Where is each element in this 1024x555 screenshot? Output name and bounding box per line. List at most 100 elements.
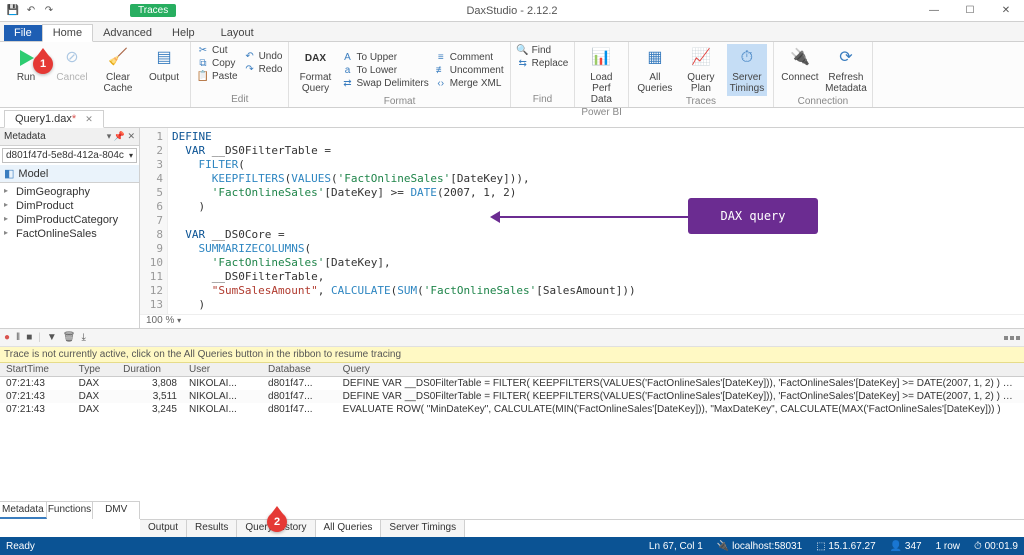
merge-xml-button[interactable]: ‹›Merge XML (435, 77, 504, 89)
server-timings-button[interactable]: ⏱Server Timings (727, 44, 767, 96)
btab-dmv[interactable]: DMV (93, 502, 140, 519)
redo-icon[interactable]: ↷ (42, 4, 56, 18)
tab-file[interactable]: File (4, 25, 42, 41)
tab-advanced[interactable]: Advanced (93, 25, 162, 41)
btab-metadata[interactable]: Metadata (0, 502, 47, 519)
trace-grid[interactable]: StartTimeTypeDurationUserDatabaseQuery 0… (0, 363, 1024, 498)
trace-record-icon[interactable]: ● (4, 332, 10, 343)
output-icon: ▤ (152, 46, 176, 70)
trace-pause-icon[interactable]: ‖ (16, 332, 20, 343)
copy-button[interactable]: ⧉Copy (197, 57, 238, 69)
connect-button[interactable]: 🔌Connect (780, 44, 820, 96)
query-plan-icon: 📈 (689, 46, 713, 70)
tree-item[interactable]: DimGeography (0, 185, 139, 199)
title-bar: 💾 ↶ ↷ Traces DaxStudio - 2.12.2 — ☐ ✕ (0, 0, 1024, 22)
tree-item[interactable]: DimProductCategory (0, 213, 139, 227)
otab-results[interactable]: Results (187, 520, 237, 537)
tab-layout[interactable]: Layout (211, 25, 264, 41)
clear-cache-button[interactable]: 🧹 Clear Cache (98, 44, 138, 96)
comment-button[interactable]: ≡Comment (435, 51, 504, 63)
window-title: DaxStudio - 2.12.2 (466, 5, 557, 17)
pin-icon[interactable]: ▾ 📌 ✕ (107, 131, 135, 142)
line-gutter: 1234567891011121314151617181920212223242… (140, 128, 168, 314)
table-row[interactable]: 07:21:43DAX3,511NIKOLAI...d801f47...DEFI… (0, 390, 1024, 403)
otab-server-timings[interactable]: Server Timings (381, 520, 465, 537)
timings-icon: ⏱ (735, 46, 759, 70)
close-button[interactable]: ✕ (988, 0, 1024, 22)
trace-warning: Trace is not currently active, click on … (0, 347, 1024, 363)
replace-icon: ⇆ (517, 57, 529, 69)
minimize-button[interactable]: — (916, 0, 952, 22)
close-tab-icon[interactable]: ✕ (85, 114, 93, 124)
perf-icon: 📊 (589, 46, 613, 70)
replace-button[interactable]: ⇆Replace (517, 57, 569, 69)
otab-all-queries[interactable]: All Queries (316, 520, 382, 537)
to-lower-button[interactable]: aTo Lower (341, 64, 428, 76)
status-rowcount: 1 row (936, 541, 960, 552)
find-button[interactable]: 🔍Find (517, 44, 569, 56)
table-tree: DimGeography DimProduct DimProductCatego… (0, 183, 139, 328)
swap-icon: ⇄ (341, 77, 353, 89)
database-combo[interactable]: d801f47d-5e8d-412a-804c▾ (2, 148, 137, 163)
ribbon: Run ⊘ Cancel 🧹 Clear Cache ▤ Output ✂Cut… (0, 42, 1024, 108)
metadata-bottom-tabs: Metadata Functions DMV (0, 501, 140, 519)
callout-box: DAX query (688, 198, 818, 234)
ribbon-tabstrip: File Home Advanced Help Layout (0, 22, 1024, 42)
tree-item[interactable]: DimProduct (0, 199, 139, 213)
undo-icon[interactable]: ↶ (24, 4, 38, 18)
trace-stop-icon[interactable]: ■ (26, 332, 32, 343)
cut-button[interactable]: ✂Cut (197, 44, 238, 56)
model-node[interactable]: ◧ Model (0, 165, 139, 183)
lower-icon: a (341, 64, 353, 76)
undo-button[interactable]: ↶Undo (244, 51, 283, 63)
maximize-button[interactable]: ☐ (952, 0, 988, 22)
tree-item[interactable]: FactOnlineSales (0, 227, 139, 241)
group-powerbi-label: Power BI (581, 107, 622, 118)
table-row[interactable]: 07:21:43DAX3,245NIKOLAI...d801f47...EVAL… (0, 403, 1024, 416)
code-editor[interactable]: 1234567891011121314151617181920212223242… (140, 128, 1024, 314)
load-perf-button[interactable]: 📊Load Perf Data (581, 44, 621, 107)
group-traces-label: Traces (635, 96, 767, 107)
find-icon: 🔍 (517, 44, 529, 56)
to-upper-button[interactable]: ATo Upper (341, 51, 428, 63)
status-server: 🔌 localhost:58031 (717, 541, 802, 552)
all-queries-button[interactable]: ▦All Queries (635, 44, 675, 96)
copy-icon: ⧉ (197, 57, 209, 69)
tab-home[interactable]: Home (42, 24, 93, 42)
all-queries-icon: ▦ (643, 46, 667, 70)
format-query-button[interactable]: DAXFormat Query (295, 44, 335, 96)
metadata-header: Metadata ▾ 📌 ✕ (0, 128, 139, 146)
editor-pane: 1234567891011121314151617181920212223242… (140, 128, 1024, 328)
output-button[interactable]: ▤ Output (144, 44, 184, 96)
comment-icon: ≡ (435, 51, 447, 63)
btab-functions[interactable]: Functions (47, 502, 94, 519)
swap-delim-button[interactable]: ⇄Swap Delimiters (341, 77, 428, 89)
dax-icon: DAX (303, 46, 327, 70)
quick-access-toolbar: 💾 ↶ ↷ (0, 4, 56, 18)
group-find-label: Find (517, 94, 569, 105)
status-version: ⬚ 15.1.67.27 (816, 541, 876, 552)
trace-filter-icon[interactable]: ▼ (47, 332, 57, 343)
document-tab[interactable]: Query1.dax* ✕ (4, 110, 104, 128)
panel-docking-icon[interactable] (1004, 336, 1020, 340)
status-rows: 👤 347 (890, 541, 922, 552)
uncomment-button[interactable]: ≢Uncomment (435, 64, 504, 76)
redo-button[interactable]: ↷Redo (244, 64, 283, 76)
callout-arrow-head (490, 211, 500, 223)
zoom-indicator[interactable]: 100 % ▾ (140, 314, 1024, 328)
annotation-marker-1: 1 (33, 54, 53, 74)
save-icon[interactable]: 💾 (6, 4, 20, 18)
paste-button[interactable]: 📋Paste (197, 70, 238, 82)
cancel-icon: ⊘ (60, 46, 84, 70)
trace-toolbar: ● ‖ ■ | ▼ 🗑 ⤓ (0, 329, 1024, 347)
code-content[interactable]: DEFINE VAR __DS0FilterTable = FILTER( KE… (168, 128, 1024, 314)
query-plan-button[interactable]: 📈Query Plan (681, 44, 721, 96)
tab-help[interactable]: Help (162, 25, 205, 41)
group-format-label: Format (295, 96, 503, 107)
otab-output[interactable]: Output (140, 520, 187, 537)
undo-small-icon: ↶ (244, 51, 256, 63)
trace-export-icon[interactable]: ⤓ (81, 332, 85, 343)
refresh-metadata-button[interactable]: ⟳Refresh Metadata (826, 44, 866, 96)
table-row[interactable]: 07:21:43DAX3,808NIKOLAI...d801f47...DEFI… (0, 377, 1024, 391)
trace-clear-icon[interactable]: 🗑 (63, 332, 76, 343)
